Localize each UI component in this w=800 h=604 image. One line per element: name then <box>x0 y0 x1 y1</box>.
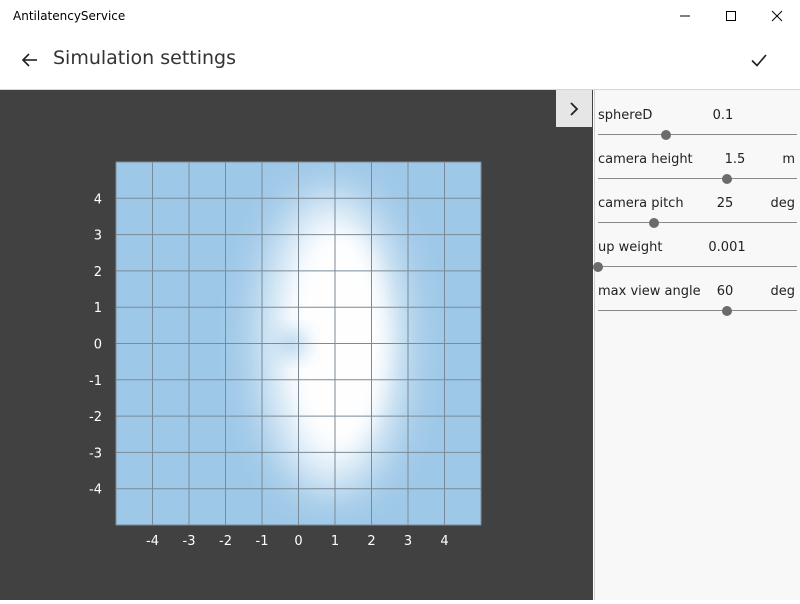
slider-track[interactable] <box>598 310 797 311</box>
simulation-view: -4 -3 -2 -1 0 1 2 3 4 4 3 2 1 0 -1 -2 -3 -4 <box>0 90 593 600</box>
y-tick-label: -3 <box>89 446 102 461</box>
setting-label: max view angle <box>598 284 701 299</box>
slider-track[interactable] <box>598 178 797 179</box>
y-tick-label: 4 <box>94 192 102 207</box>
minimize-button[interactable] <box>662 0 708 32</box>
setting-value: 60 <box>716 284 734 299</box>
y-tick-label: 2 <box>94 265 102 280</box>
collapse-panel-button[interactable] <box>556 90 592 127</box>
chevron-right-icon <box>570 101 579 116</box>
page-header: Simulation settings <box>0 32 800 90</box>
setting-value: 1.5 <box>724 152 746 167</box>
x-axis-ticks: -4 -3 -2 -1 0 1 2 3 4 <box>146 534 449 549</box>
x-tick-label: -1 <box>256 534 269 549</box>
x-tick-label: -4 <box>146 534 159 549</box>
x-tick-label: 3 <box>404 534 412 549</box>
slider-thumb[interactable] <box>593 262 603 272</box>
checkmark-icon <box>751 54 767 67</box>
slider-track[interactable] <box>598 134 797 135</box>
y-tick-label: -2 <box>89 410 102 425</box>
setting-camera-pitch: camera pitch 25 deg <box>598 196 797 236</box>
minimize-icon <box>680 15 690 17</box>
x-tick-label: 0 <box>294 534 302 549</box>
setting-value: 0.1 <box>712 108 734 123</box>
setting-label: camera height <box>598 152 693 167</box>
slider-thumb[interactable] <box>722 306 733 316</box>
x-tick-label: -2 <box>219 534 232 549</box>
coverage-heatmap: -4 -3 -2 -1 0 1 2 3 4 4 3 2 1 0 -1 -2 -3 -4 <box>89 161 482 549</box>
y-tick-label: 0 <box>94 338 102 353</box>
setting-unit: m <box>782 152 795 167</box>
slider-thumb[interactable] <box>648 218 659 228</box>
title-bar: AntilatencyService <box>0 0 800 32</box>
settings-panel: sphereD 0.1 camera height 1.5 m camera p… <box>593 90 800 600</box>
slider-thumb[interactable] <box>722 174 733 184</box>
close-button[interactable] <box>754 0 800 32</box>
confirm-button[interactable] <box>743 44 775 76</box>
y-tick-label: -1 <box>89 374 102 389</box>
slider-thumb[interactable] <box>660 130 671 140</box>
coverage-highlight <box>262 192 402 492</box>
y-tick-label: -4 <box>89 483 102 498</box>
setting-sphered: sphereD 0.1 <box>598 108 797 148</box>
back-button[interactable] <box>14 44 46 76</box>
x-tick-label: 4 <box>440 534 448 549</box>
slider-track[interactable] <box>598 266 797 267</box>
setting-unit: deg <box>770 284 795 299</box>
setting-label: up weight <box>598 240 663 255</box>
arrow-left-icon <box>21 53 37 67</box>
x-tick-label: -3 <box>183 534 196 549</box>
y-axis-ticks: 4 3 2 1 0 -1 -2 -3 -4 <box>89 192 102 497</box>
x-tick-label: 2 <box>367 534 375 549</box>
app-title: AntilatencyService <box>13 9 126 23</box>
page-title: Simulation settings <box>53 47 237 69</box>
y-tick-label: 1 <box>94 301 102 316</box>
maximize-button[interactable] <box>708 0 754 32</box>
y-tick-label: 3 <box>94 229 102 244</box>
maximize-icon <box>726 11 736 21</box>
setting-camera-height: camera height 1.5 m <box>598 152 797 192</box>
setting-label: camera pitch <box>598 196 684 211</box>
slider-track[interactable] <box>598 222 797 223</box>
x-tick-label: 1 <box>331 534 339 549</box>
setting-up-weight: up weight 0.001 <box>593 240 797 280</box>
setting-unit: deg <box>770 196 795 211</box>
setting-label: sphereD <box>598 108 653 123</box>
close-icon <box>771 10 783 22</box>
setting-value: 25 <box>716 196 734 211</box>
setting-value: 0.001 <box>708 240 746 255</box>
setting-max-view-angle: max view angle 60 deg <box>598 284 797 324</box>
